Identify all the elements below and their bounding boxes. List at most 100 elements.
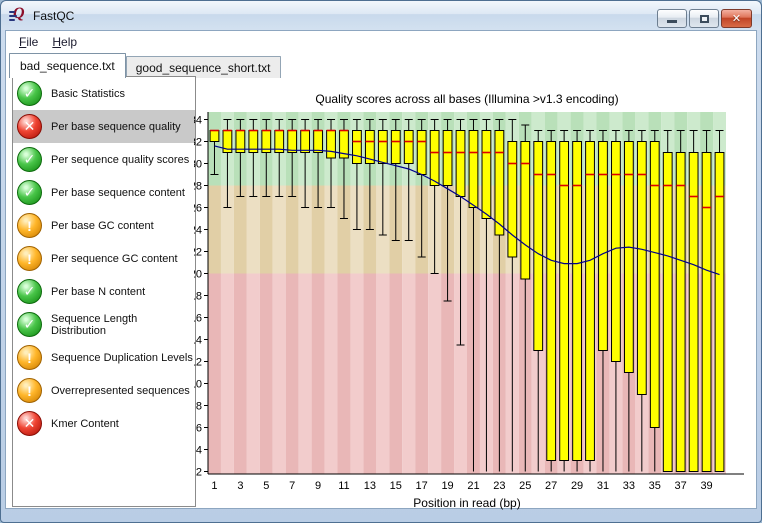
- warn-zone: [272, 185, 286, 274]
- fail-zone: [311, 273, 325, 474]
- x-tick-label: 15: [390, 480, 402, 492]
- x-tick-label: 5: [263, 480, 269, 492]
- fastqc-window: Q FastQC ✕ File Help bad_sequence.txt goo…: [0, 0, 762, 523]
- warn-zone: [246, 185, 260, 274]
- menu-file[interactable]: File: [12, 33, 45, 51]
- x-tick-label: 7: [289, 480, 295, 492]
- sidebar-item[interactable]: ✕ Per base sequence quality: [13, 110, 195, 143]
- x-tick-label: 9: [315, 480, 321, 492]
- x-tick-label: 29: [571, 480, 583, 492]
- y-tick-label: 6: [196, 423, 202, 435]
- warn-icon: !: [17, 213, 42, 238]
- fail-zone: [350, 273, 364, 474]
- fail-zone: [220, 273, 234, 474]
- boxplot-column: [701, 130, 712, 472]
- x-tick-label: 39: [700, 480, 712, 492]
- tab-bad-sequence[interactable]: bad_sequence.txt: [9, 53, 126, 78]
- quartile-box: [701, 152, 712, 472]
- fail-zone: [402, 273, 416, 474]
- x-tick-label: 1: [211, 480, 217, 492]
- sidebar-item-label: Per base sequence quality: [51, 120, 181, 133]
- x-tick-label: 21: [467, 480, 479, 492]
- fail-zone: [285, 273, 299, 474]
- quartile-box: [352, 130, 362, 164]
- boxplot-column: [649, 130, 660, 472]
- y-tick-label: 24: [194, 225, 202, 237]
- fail-zone: [363, 273, 377, 474]
- sidebar-item-label: Per sequence GC content: [51, 252, 178, 265]
- sidebar-item[interactable]: ! Per base GC content: [13, 209, 195, 242]
- menu-bar: File Help: [6, 31, 756, 52]
- sidebar-item-label: Per base N content: [51, 285, 146, 298]
- fail-zone: [259, 273, 273, 474]
- y-tick-label: 28: [194, 181, 202, 193]
- sidebar-item-label: Kmer Content: [51, 417, 119, 430]
- minimize-button[interactable]: [657, 9, 687, 28]
- menu-help[interactable]: Help: [45, 33, 84, 51]
- restore-button[interactable]: [689, 9, 719, 28]
- warn-icon: !: [17, 378, 42, 403]
- sidebar-item[interactable]: ✓ Basic Statistics: [13, 77, 195, 110]
- zone-stripes: [208, 112, 726, 474]
- module-sidebar: ✓ Basic Statistics ✕ Per base sequence q…: [12, 76, 196, 507]
- y-tick-label: 22: [194, 247, 202, 259]
- fastqc-logo-icon: Q: [9, 5, 27, 24]
- sidebar-item[interactable]: ✓ Per base N content: [13, 275, 195, 308]
- quartile-box: [313, 130, 323, 153]
- quartile-box: [468, 130, 479, 208]
- quartile-box: [688, 152, 699, 472]
- sidebar-item[interactable]: ! Sequence Duplication Levels: [13, 341, 195, 374]
- sidebar-item-label: Sequence Duplication Levels: [51, 351, 193, 364]
- fail-zone: [233, 273, 247, 474]
- quartile-box: [598, 141, 608, 351]
- restore-icon: [699, 14, 709, 23]
- x-tick-label: 3: [237, 480, 243, 492]
- y-tick-label: 20: [194, 269, 202, 281]
- boxplot-column: [662, 130, 673, 472]
- warn-zone: [259, 185, 273, 274]
- fail-zone: [324, 273, 338, 474]
- window-title: FastQC: [33, 8, 75, 23]
- close-button[interactable]: ✕: [721, 9, 752, 28]
- quartile-box: [636, 141, 647, 395]
- quartile-box: [481, 130, 492, 219]
- quartile-box: [585, 141, 595, 461]
- pass-icon: ✓: [17, 312, 42, 337]
- close-icon: ✕: [731, 13, 742, 25]
- x-tick-label: 25: [519, 480, 531, 492]
- sidebar-item-label: Per base GC content: [51, 219, 154, 232]
- title-bar[interactable]: Q FastQC ✕: [1, 1, 761, 30]
- quartile-box: [209, 130, 220, 142]
- quartile-box: [507, 141, 518, 258]
- x-tick-label: 19: [441, 480, 453, 492]
- quartile-box: [377, 130, 388, 164]
- fail-zone: [337, 273, 351, 474]
- boxplot-column: [572, 130, 582, 472]
- x-tick-label: 13: [364, 480, 376, 492]
- x-tick-label: 37: [675, 480, 687, 492]
- x-tick-label: 35: [649, 480, 661, 492]
- y-tick-label: 2: [196, 467, 202, 479]
- boxplot-column: [714, 130, 725, 472]
- y-tick-label: 18: [194, 291, 202, 303]
- y-tick-label: 34: [194, 115, 202, 127]
- quartile-box: [675, 152, 686, 472]
- sidebar-item[interactable]: ✓ Per sequence quality scores: [13, 143, 195, 176]
- quality-boxplot-chart: 2468101214161820222426283032341357911131…: [194, 92, 744, 510]
- chart-title: Quality scores across all bases (Illumin…: [315, 92, 618, 106]
- quartile-box: [649, 141, 660, 428]
- sidebar-item[interactable]: ✓ Per base sequence content: [13, 176, 195, 209]
- warn-zone: [208, 185, 221, 274]
- sidebar-item[interactable]: ! Overrepresented sequences: [13, 374, 195, 407]
- x-tick-label: 11: [338, 480, 349, 492]
- sidebar-item[interactable]: ✕ Kmer Content: [13, 407, 195, 440]
- fail-zone: [246, 273, 260, 474]
- sidebar-item[interactable]: ✓ Sequence Length Distribution: [13, 308, 195, 341]
- warn-zone: [285, 185, 299, 274]
- sidebar-item[interactable]: ! Per sequence GC content: [13, 242, 195, 275]
- quartile-box: [287, 130, 298, 153]
- quartile-box: [714, 152, 725, 472]
- fail-zone: [376, 273, 390, 474]
- x-tick-label: 23: [493, 480, 505, 492]
- minimize-icon: [667, 20, 677, 23]
